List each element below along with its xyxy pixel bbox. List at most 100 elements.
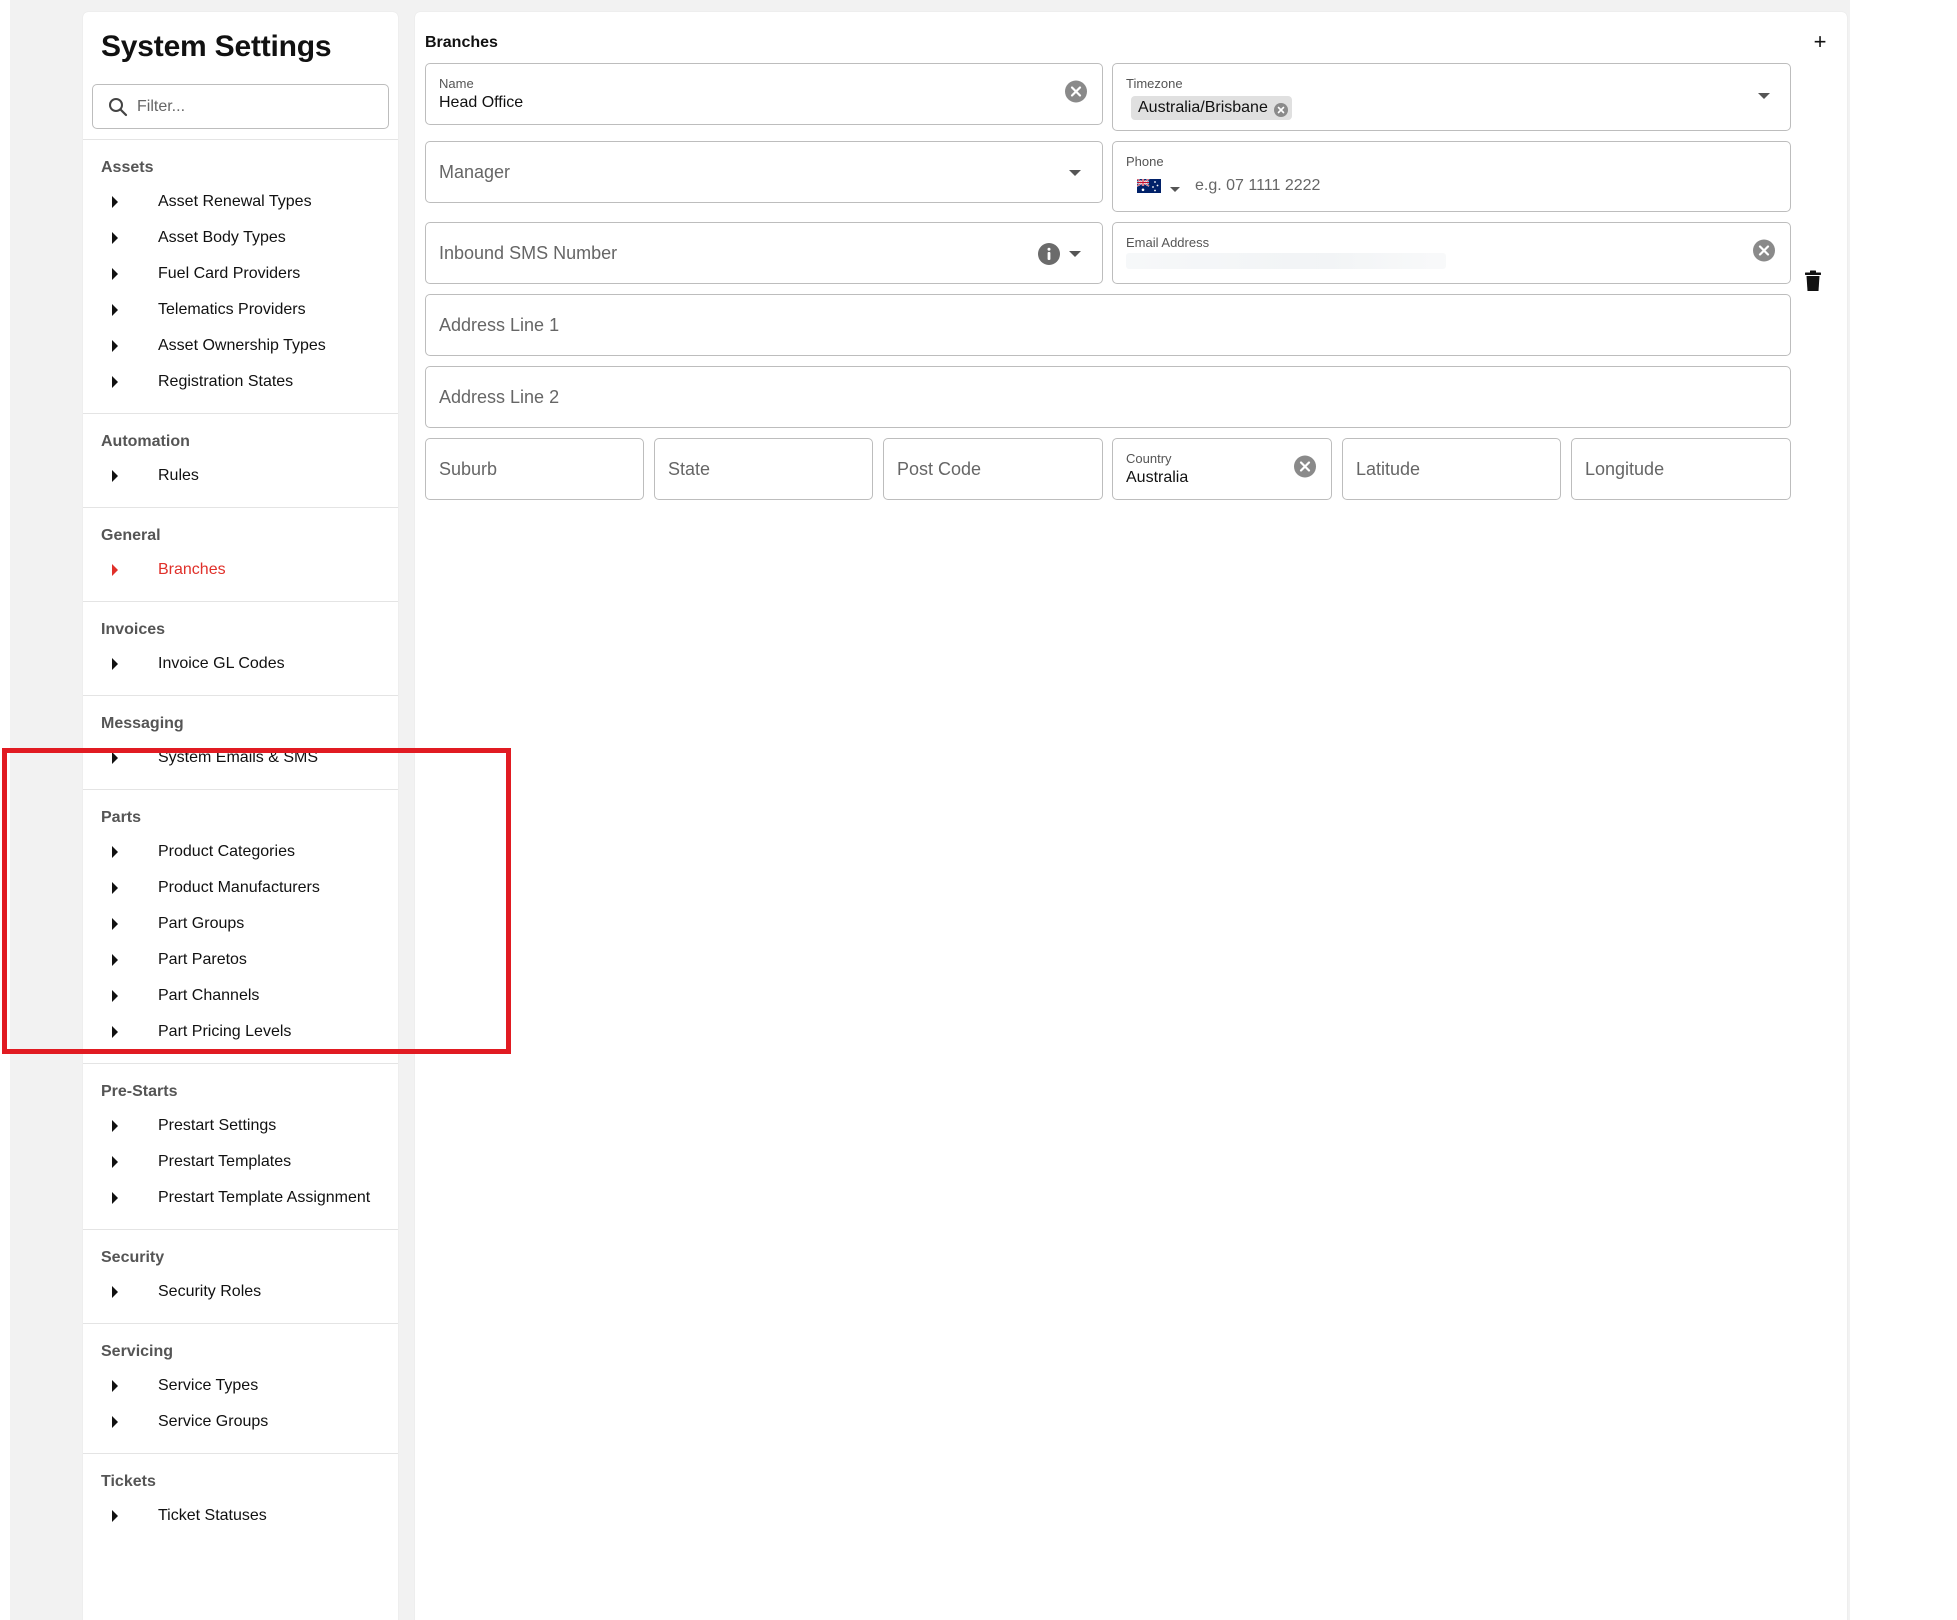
address-line-1-field[interactable]: Address Line 1 [425, 294, 1791, 356]
section-title-automation: Automation [101, 433, 190, 450]
caret-right-icon [112, 564, 118, 576]
caret-right-icon [112, 1380, 118, 1392]
trash-icon [1805, 270, 1821, 291]
state-placeholder: State [668, 458, 711, 479]
chevron-down-icon[interactable] [1069, 251, 1081, 257]
nav-item-asset-body-types[interactable]: Asset Body Types [83, 220, 398, 256]
filter-field[interactable] [92, 84, 389, 129]
inbound-sms-field[interactable]: Inbound SMS Number [425, 222, 1103, 284]
phone-field[interactable]: Phone [1112, 141, 1791, 212]
clear-icon[interactable] [1294, 455, 1316, 483]
australia-flag-icon[interactable] [1136, 178, 1161, 198]
nav-item-label: Prestart Settings [158, 1117, 277, 1134]
info-icon[interactable] [1038, 243, 1060, 270]
nav-item-label: Asset Body Types [158, 229, 286, 246]
nav-item-label: Service Groups [158, 1413, 269, 1430]
nav-item-label: Branches [158, 561, 226, 578]
delete-branch-button[interactable] [1804, 270, 1822, 297]
latitude-placeholder: Latitude [1356, 458, 1421, 479]
add-branch-button[interactable]: + [1808, 30, 1832, 54]
chevron-down-icon[interactable] [1069, 170, 1081, 176]
section-title-assets: Assets [101, 159, 154, 176]
longitude-placeholder: Longitude [1585, 458, 1665, 479]
inbound-sms-placeholder: Inbound SMS Number [439, 242, 618, 263]
nav-item-asset-ownership-types[interactable]: Asset Ownership Types [83, 328, 398, 364]
nav-item-invoice-gl-codes[interactable]: Invoice GL Codes [83, 646, 398, 682]
nav-item-label: Fuel Card Providers [158, 265, 301, 282]
state-field[interactable]: State [654, 438, 873, 500]
section-general: General Branches [83, 508, 398, 602]
longitude-field[interactable]: Longitude [1571, 438, 1791, 500]
section-title-servicing: Servicing [101, 1343, 174, 1360]
caret-right-icon [112, 1510, 118, 1522]
nav-item-label: Invoice GL Codes [158, 655, 285, 672]
search-icon [108, 97, 128, 122]
suburb-placeholder: Suburb [439, 458, 498, 479]
nav-item-service-types[interactable]: Service Types [83, 1368, 398, 1404]
name-field[interactable]: Name Head Office [425, 63, 1103, 125]
section-automation: Automation Rules [83, 414, 398, 508]
sidebar-header: System Settings [83, 12, 398, 140]
caret-right-icon [112, 1120, 118, 1132]
address-line-2-placeholder: Address Line 2 [439, 386, 560, 407]
page-title: System Settings [101, 30, 332, 63]
nav-item-prestart-templates[interactable]: Prestart Templates [83, 1144, 398, 1180]
suburb-field[interactable]: Suburb [425, 438, 644, 500]
nav-item-prestart-settings[interactable]: Prestart Settings [83, 1108, 398, 1144]
clear-icon[interactable] [1065, 80, 1087, 108]
country-field[interactable]: Country Australia [1112, 438, 1332, 500]
timezone-chip-label: Australia/Brisbane [1138, 99, 1268, 116]
nav-item-label: Rules [158, 467, 199, 484]
post-code-placeholder: Post Code [897, 458, 982, 479]
timezone-field-label: Timezone [1126, 76, 1183, 91]
caret-right-icon [112, 376, 118, 388]
nav-item-prestart-template-assignment[interactable]: Prestart Template Assignment [83, 1180, 398, 1216]
section-invoices: Invoices Invoice GL Codes [83, 602, 398, 696]
nav-item-branches[interactable]: Branches [83, 552, 398, 588]
manager-field[interactable]: Manager [425, 141, 1103, 203]
caret-right-icon [112, 268, 118, 280]
phone-input[interactable] [1195, 172, 1495, 200]
section-title-invoices: Invoices [101, 621, 166, 638]
highlight-annotation-box [2, 748, 511, 1054]
nav-item-telematics-providers[interactable]: Telematics Providers [83, 292, 398, 328]
nav-item-label: Asset Ownership Types [158, 337, 326, 354]
filter-input[interactable] [137, 85, 377, 128]
caret-right-icon [112, 340, 118, 352]
manager-placeholder: Manager [439, 161, 511, 182]
section-title-pre-starts: Pre-Starts [101, 1083, 178, 1100]
caret-down-icon[interactable] [1170, 187, 1180, 192]
nav-item-registration-states[interactable]: Registration States [83, 364, 398, 400]
country-field-value: Australia [1126, 469, 1189, 486]
nav-item-service-groups[interactable]: Service Groups [83, 1404, 398, 1440]
nav-item-fuel-card-providers[interactable]: Fuel Card Providers [83, 256, 398, 292]
clear-icon[interactable] [1753, 239, 1775, 267]
nav-item-asset-renewal-types[interactable]: Asset Renewal Types [83, 184, 398, 220]
panel-title: Branches [425, 34, 498, 51]
name-field-value: Head Office [439, 94, 524, 111]
address-line-2-field[interactable]: Address Line 2 [425, 366, 1791, 428]
nav-item-label: Ticket Statuses [158, 1507, 267, 1524]
post-code-field[interactable]: Post Code [883, 438, 1103, 500]
chevron-down-icon[interactable] [1758, 93, 1770, 99]
email-field[interactable]: Email Address [1112, 222, 1791, 284]
nav-item-label: Prestart Template Assignment [158, 1189, 371, 1206]
chip-remove-icon[interactable] [1273, 101, 1288, 125]
section-servicing: Servicing Service Types Service Groups [83, 1324, 398, 1454]
nav-item-label: Asset Renewal Types [158, 193, 312, 210]
phone-field-label: Phone [1126, 154, 1164, 169]
latitude-field[interactable]: Latitude [1342, 438, 1561, 500]
caret-right-icon [112, 1156, 118, 1168]
caret-right-icon [112, 1416, 118, 1428]
timezone-field[interactable]: Timezone Australia/Brisbane [1112, 63, 1791, 131]
section-pre-starts: Pre-Starts Prestart Settings Prestart Te… [83, 1064, 398, 1230]
nav-item-label: Security Roles [158, 1283, 262, 1300]
nav-item-label: Prestart Templates [158, 1153, 292, 1170]
branches-panel: Branches + Name Head Office Timezone Aus… [415, 12, 1847, 1620]
nav-item-security-roles[interactable]: Security Roles [83, 1274, 398, 1310]
caret-right-icon [112, 232, 118, 244]
country-field-label: Country [1126, 451, 1172, 466]
nav-item-rules[interactable]: Rules [83, 458, 398, 494]
nav-item-ticket-statuses[interactable]: Ticket Statuses [83, 1498, 398, 1534]
section-tickets: Tickets Ticket Statuses [83, 1454, 398, 1547]
